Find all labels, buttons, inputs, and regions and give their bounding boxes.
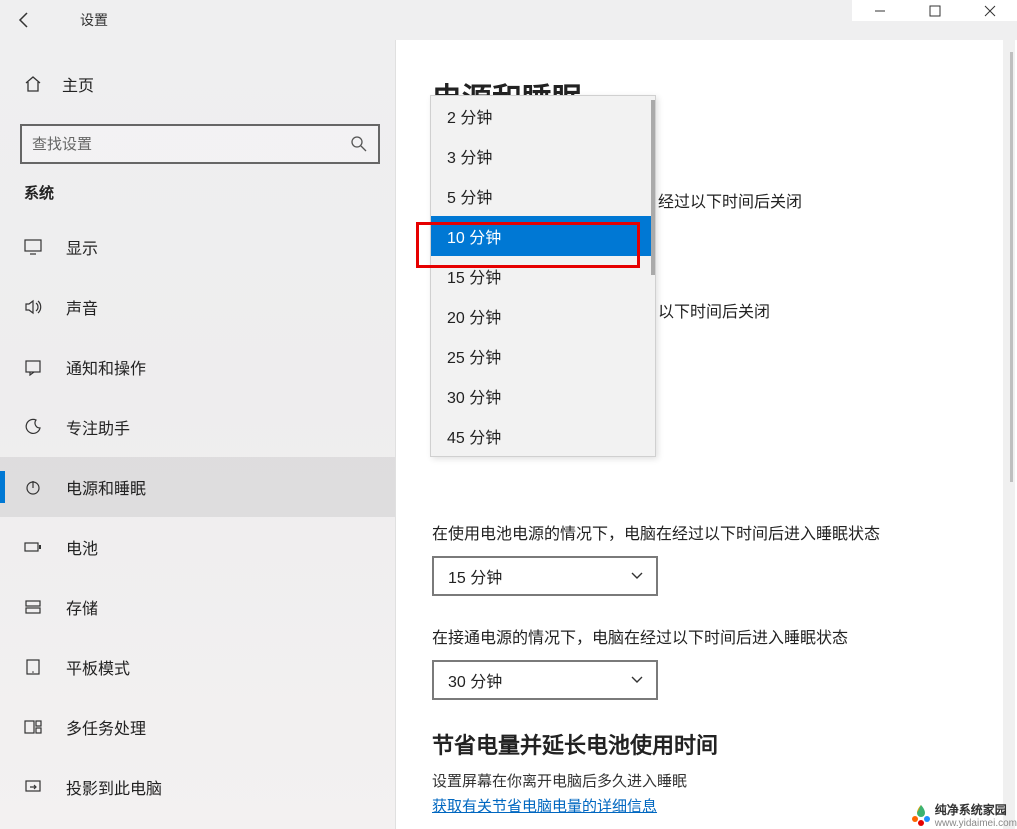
home-nav[interactable]: 主页 — [0, 60, 395, 108]
dropdown-option[interactable]: 5 分钟 — [431, 176, 655, 216]
close-button[interactable] — [962, 0, 1017, 21]
sleep-battery-select[interactable]: 15 分钟 — [432, 556, 658, 596]
multitask-icon — [24, 718, 46, 736]
dropdown-option[interactable]: 15 分钟 — [431, 256, 655, 296]
sidebar-item-label: 电池 — [66, 535, 98, 559]
home-label: 主页 — [62, 72, 94, 96]
partial-label-1: 经过以下时间后关闭 — [658, 188, 802, 212]
moon-icon — [24, 418, 46, 436]
sleep-battery-value: 15 分钟 — [448, 564, 502, 588]
sleep-plugged-value: 30 分钟 — [448, 668, 502, 692]
sidebar-item-5[interactable]: 电池 — [0, 517, 395, 577]
sidebar-item-label: 多任务处理 — [66, 715, 146, 739]
sidebar-item-0[interactable]: 显示 — [0, 217, 395, 277]
sleep-plugged-label: 在接通电源的情况下，电脑在经过以下时间后进入睡眠状态 — [432, 624, 1017, 648]
sleep-battery-label: 在使用电池电源的情况下，电脑在经过以下时间后进入睡眠状态 — [432, 520, 1017, 544]
save-power-link[interactable]: 获取有关节省电脑电量的详细信息 — [432, 798, 657, 815]
watermark-name: 纯净系统家园 — [935, 801, 1007, 818]
sidebar-item-label: 平板模式 — [66, 655, 130, 679]
sidebar-item-label: 存储 — [66, 595, 98, 619]
sidebar-item-3[interactable]: 专注助手 — [0, 397, 395, 457]
dropdown-option[interactable]: 45 分钟 — [431, 416, 655, 456]
sidebar-item-6[interactable]: 存储 — [0, 577, 395, 637]
minimize-button[interactable] — [852, 0, 907, 21]
watermark-url: www.yidaimei.com — [935, 818, 1017, 829]
sidebar-item-2[interactable]: 通知和操作 — [0, 337, 395, 397]
back-button[interactable] — [0, 0, 50, 40]
watermark-logo-icon — [907, 801, 935, 829]
home-icon — [24, 75, 42, 93]
notification-icon — [24, 358, 46, 376]
sidebar-item-label: 通知和操作 — [66, 355, 146, 379]
dropdown-scrollbar[interactable] — [651, 100, 655, 275]
dropdown-option[interactable]: 25 分钟 — [431, 336, 655, 376]
search-box[interactable] — [20, 124, 380, 164]
dropdown-option[interactable]: 20 分钟 — [431, 296, 655, 336]
watermark: 纯净系统家园 www.yidaimei.com — [907, 801, 1017, 829]
sidebar: 主页 系统 显示声音通知和操作专注助手电源和睡眠电池存储平板模式多任务处理投影到… — [0, 40, 396, 829]
sidebar-item-8[interactable]: 多任务处理 — [0, 697, 395, 757]
sidebar-item-7[interactable]: 平板模式 — [0, 637, 395, 697]
maximize-button[interactable] — [907, 0, 962, 21]
sleep-plugged-select[interactable]: 30 分钟 — [432, 660, 658, 700]
tablet-icon — [24, 658, 46, 676]
search-input[interactable] — [32, 136, 342, 153]
battery-icon — [24, 538, 46, 556]
dropdown-option[interactable]: 2 分钟 — [431, 96, 655, 136]
search-icon — [350, 135, 368, 153]
sidebar-item-label: 专注助手 — [66, 415, 130, 439]
sidebar-item-1[interactable]: 声音 — [0, 277, 395, 337]
monitor-icon — [24, 238, 46, 256]
chevron-down-icon — [630, 673, 644, 687]
storage-icon — [24, 598, 46, 616]
save-power-heading: 节省电量并延长电池使用时间 — [432, 728, 1017, 760]
speaker-icon — [24, 298, 46, 316]
sidebar-item-label: 电源和睡眠 — [66, 475, 146, 499]
sidebar-item-label: 显示 — [66, 235, 98, 259]
chevron-down-icon — [630, 569, 644, 583]
category-label: 系统 — [24, 182, 395, 203]
partial-label-2: 以下时间后关闭 — [658, 298, 770, 322]
window-title: 设置 — [80, 10, 108, 30]
sidebar-item-label: 声音 — [66, 295, 98, 319]
save-power-body: 设置屏幕在你离开电脑后多久进入睡眠 — [432, 770, 1017, 791]
dropdown-option[interactable]: 30 分钟 — [431, 376, 655, 416]
project-icon — [24, 778, 46, 796]
dropdown-option[interactable]: 3 分钟 — [431, 136, 655, 176]
dropdown-popup: 2 分钟3 分钟5 分钟10 分钟15 分钟20 分钟25 分钟30 分钟45 … — [430, 95, 656, 457]
sidebar-item-label: 投影到此电脑 — [66, 775, 162, 799]
sidebar-item-4[interactable]: 电源和睡眠 — [0, 457, 395, 517]
power-icon — [24, 478, 46, 496]
sidebar-item-9[interactable]: 投影到此电脑 — [0, 757, 395, 817]
content-scrollbar[interactable] — [1003, 40, 1015, 829]
dropdown-option[interactable]: 10 分钟 — [431, 216, 655, 256]
